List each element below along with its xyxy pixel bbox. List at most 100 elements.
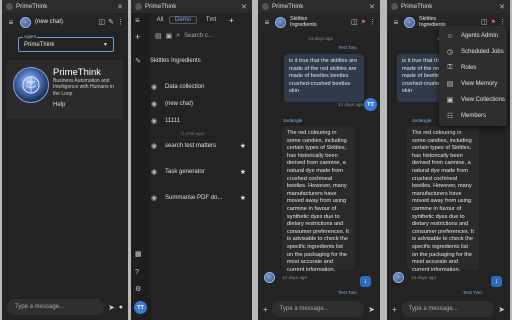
tab-demo[interactable]: Demo [169, 16, 197, 24]
settings-icon[interactable]: ⚙ [135, 285, 141, 293]
chat-header: ≡ (new chat) ◫ ✎ ⋮ [2, 13, 128, 31]
chat-panel: PrimeThink ✕ ≡ Skittles Ingredients ◫ ⚑ … [258, 0, 380, 320]
menu-item-label: Roles [461, 65, 477, 71]
close-icon[interactable]: ✕ [498, 3, 506, 11]
message-footer: + Type a message... ➤ [387, 298, 510, 320]
message-input[interactable]: Type a message... [400, 301, 495, 317]
time-label: (1 time ago) [181, 131, 205, 136]
star-icon[interactable]: ★ [240, 194, 246, 202]
chat-icon: ◉ [150, 101, 158, 108]
window-title: PrimeThink [401, 3, 433, 10]
more-vert-icon[interactable]: ⋮ [369, 18, 376, 26]
star-icon[interactable]: ★ [240, 142, 246, 150]
send-icon[interactable]: ➤ [498, 305, 505, 314]
window-titlebar: PrimeThink ✕ [387, 0, 510, 13]
chat-title[interactable]: (new chat) [35, 19, 99, 25]
window-titlebar: PrimeThink ✕ [2, 0, 128, 13]
close-icon[interactable]: ✕ [240, 3, 248, 11]
bot-name: Jedangle [412, 119, 432, 124]
edit-icon[interactable]: ✎ [108, 18, 114, 26]
scroll-down-button[interactable]: ↓ [360, 276, 371, 287]
menu-item-label: Members [461, 113, 487, 119]
search-icon[interactable]: ⌕ [176, 32, 180, 40]
list-item-label: search test matters [165, 143, 217, 149]
list-item[interactable]: ◉ Data collection [131, 80, 252, 94]
add-tab-icon[interactable]: + [229, 16, 234, 25]
bot-avatar [264, 272, 275, 283]
help-icon[interactable]: ? [135, 269, 139, 276]
message-footer: Type a message... ➤ ● [2, 294, 128, 320]
list-item[interactable]: ◉ 11111 [131, 114, 252, 128]
help-link[interactable]: Help [53, 102, 65, 108]
chat-icon: ✎ [135, 58, 141, 65]
chat-title[interactable]: Skittles Ingredients [290, 16, 332, 29]
close-icon[interactable]: ✕ [368, 3, 376, 11]
list-item-label: (new chat) [165, 101, 194, 107]
bot-name: Jedangle [283, 119, 303, 124]
tab-tmt[interactable]: Tmt [197, 17, 225, 23]
list-item[interactable]: ◉ Summarise PDF do... ★ [131, 191, 252, 205]
list-item-label: Task generator [165, 169, 205, 175]
message-input[interactable]: Type a message... [7, 299, 105, 315]
bot-avatar [393, 272, 404, 283]
menu-icon[interactable]: ≡ [391, 18, 401, 27]
user-message: is it true that the skittles are made of… [284, 54, 364, 102]
window-titlebar: PrimeThink ✕ [131, 0, 252, 13]
menu-icon[interactable]: ≡ [262, 18, 272, 27]
new-chat-icon[interactable]: + [135, 32, 140, 42]
menu-item-members[interactable]: ☷ Members [439, 108, 507, 124]
list-item-label: 11111 [165, 118, 180, 124]
menu-item-view-collections[interactable]: ▣ View Collections [439, 92, 507, 108]
add-icon[interactable]: + [263, 305, 268, 314]
search-input[interactable]: Search c... [184, 33, 213, 39]
rail-menu-icon[interactable]: ≡ [135, 16, 140, 25]
list-item-label: Data collection [165, 84, 205, 90]
chat-icon: ◉ [150, 118, 158, 125]
menu-item-view-memory[interactable]: ▤ View Memory [439, 76, 507, 92]
agent-avatar [20, 16, 31, 28]
qr-icon[interactable]: ▦ [135, 250, 142, 258]
star-icon[interactable]: ★ [240, 168, 246, 176]
user-avatar[interactable]: TT [134, 301, 147, 314]
message-input[interactable]: Type a message... [271, 301, 365, 317]
list-item-label: Summarise PDF do... [165, 195, 223, 201]
bell-icon[interactable]: ⚑ [491, 19, 496, 26]
tab-all[interactable]: All [151, 17, 169, 23]
list-item[interactable]: ◉ (new chat) [131, 97, 252, 111]
more-vert-icon[interactable]: ⋮ [499, 18, 506, 26]
bot-message-time: 14 days ago [282, 275, 308, 280]
scroll-down-button[interactable]: ↓ [491, 276, 502, 287]
window-title: PrimeThink [16, 3, 48, 10]
sidebar-toggle-icon[interactable]: ◫ [481, 18, 488, 26]
menu-item-roles[interactable]: ⚿ Roles [439, 60, 507, 76]
overflow-menu: ☺ Agents Admin ◷ Scheduled Jobs ⚿ Roles … [439, 26, 507, 126]
menu-item-scheduled-jobs[interactable]: ◷ Scheduled Jobs [439, 44, 507, 60]
document-icon[interactable]: ▤ [155, 32, 162, 40]
brain-icon [22, 76, 40, 94]
agent-avatar [404, 16, 415, 28]
sidebar-toggle-icon[interactable]: ◫ [99, 18, 106, 26]
bell-icon[interactable]: ⚑ [361, 19, 366, 26]
notes-icon[interactable]: ▣ [166, 32, 173, 40]
list-item[interactable]: ✎ Skittles Ingredients [131, 54, 252, 68]
agent-select[interactable]: Agent PrimeThink ▼ [18, 34, 114, 52]
mic-icon[interactable]: ● [119, 304, 123, 311]
people-icon: ☷ [446, 113, 454, 120]
chat-icon: ◉ [150, 143, 158, 150]
menu-icon[interactable]: ≡ [6, 18, 16, 27]
list-item[interactable]: ◉ search test matters ★ [131, 139, 252, 153]
sidebar-toggle-icon[interactable]: ◫ [351, 18, 358, 26]
user-name: Test Two [338, 46, 357, 51]
send-icon[interactable]: ➤ [108, 303, 115, 312]
close-icon[interactable]: ✕ [116, 3, 124, 11]
menu-item-agents-admin[interactable]: ☺ Agents Admin [439, 28, 507, 44]
send-icon[interactable]: ➤ [368, 305, 375, 314]
more-vert-icon[interactable]: ⋮ [117, 18, 124, 26]
list-item-label: Skittles Ingredients [150, 58, 201, 64]
add-icon[interactable]: + [392, 305, 397, 314]
list-item[interactable]: ◉ Task generator ★ [131, 165, 252, 179]
agent-name: PrimeThink [53, 67, 102, 78]
key-icon: ⚿ [447, 64, 453, 71]
chat-list-panel: PrimeThink ✕ ≡ + ▦ ? ⚙ TT All Demo Tmt +… [131, 0, 252, 320]
window-titlebar: PrimeThink ✕ [258, 0, 380, 13]
